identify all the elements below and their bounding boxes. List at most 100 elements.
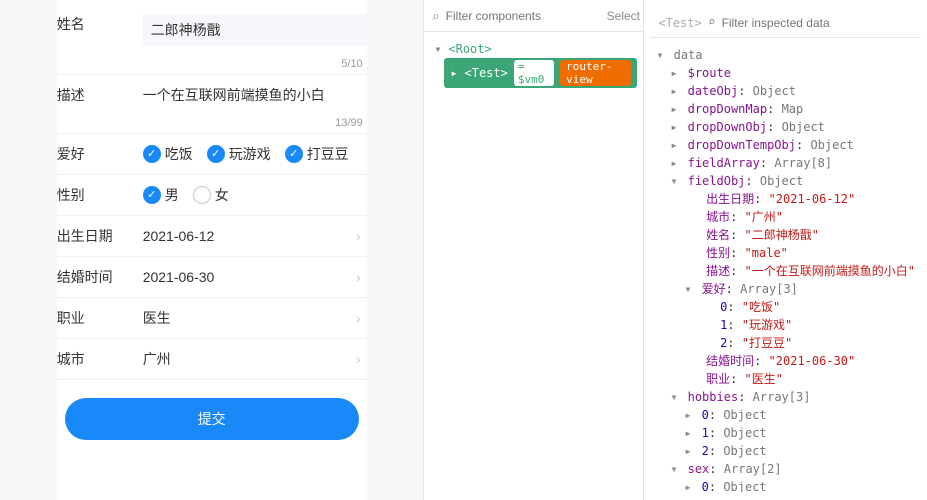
- radio-gender-female[interactable]: 女: [193, 185, 229, 205]
- check-icon: [285, 145, 303, 163]
- caret-right-icon: [450, 66, 458, 80]
- state-node[interactable]: 结婚时间: "2021-06-30": [656, 352, 915, 370]
- search-icon: ⌕: [708, 13, 716, 33]
- chevron-right-icon: ›: [356, 310, 367, 326]
- state-panel: <Test> ⌕ data $route dateObj: Object dro…: [644, 0, 927, 500]
- component-tree: <Root> <Test> = $vm0 router-view: [424, 32, 643, 96]
- field-label: 职业: [57, 308, 143, 328]
- check-icon: [143, 145, 161, 163]
- caret-right-icon: [684, 406, 694, 424]
- vue-devtools: ⌕ Select <Root> <Test> = $vm0 router-vie…: [423, 0, 927, 500]
- caret-down-icon: [684, 280, 694, 298]
- checkbox-hobby-1[interactable]: 玩游戏: [207, 144, 271, 164]
- state-node[interactable]: 城市: "广州": [656, 208, 915, 226]
- state-node-hobby-array[interactable]: 爱好: Array[3]: [656, 280, 915, 298]
- chevron-right-icon: ›: [356, 269, 367, 285]
- caret-down-icon: [670, 460, 680, 478]
- field-job[interactable]: 职业 医生 ›: [57, 298, 367, 339]
- state-node[interactable]: 2: Object: [656, 442, 915, 460]
- mobile-form-preview: 姓名 二郎神杨戬 5/10 描述 一个在互联网前端摸鱼的小白 13/99 爱好 …: [0, 0, 423, 500]
- checkbox-hobby-2[interactable]: 打豆豆: [285, 144, 349, 164]
- caret-right-icon: [684, 478, 694, 492]
- field-label: 描述: [57, 85, 143, 105]
- router-view-badge: router-view: [560, 60, 631, 86]
- caret-right-icon: [670, 154, 680, 172]
- field-gender: 性别 男 女: [57, 175, 367, 216]
- caret-right-icon: [670, 136, 680, 154]
- field-label: 城市: [57, 349, 143, 369]
- caret-right-icon: [670, 100, 680, 118]
- field-label: 爱好: [57, 144, 143, 164]
- state-node[interactable]: dropDownObj: Object: [656, 118, 915, 136]
- filter-components-input[interactable]: [446, 9, 601, 23]
- radio-empty-icon: [193, 186, 211, 204]
- check-icon: [143, 186, 161, 204]
- field-value: 广州: [143, 349, 356, 369]
- field-marry[interactable]: 结婚时间 2021-06-30 ›: [57, 257, 367, 298]
- state-node[interactable]: fieldArray: Array[8]: [656, 154, 915, 172]
- caret-right-icon: [684, 442, 694, 460]
- field-city[interactable]: 城市 广州 ›: [57, 339, 367, 380]
- state-node[interactable]: 性别: "male": [656, 244, 915, 262]
- state-node-sex[interactable]: sex: Array[2]: [656, 460, 915, 478]
- field-label: 出生日期: [57, 226, 143, 246]
- desc-input[interactable]: 一个在互联网前端摸鱼的小白: [143, 85, 367, 105]
- checkbox-hobby-0[interactable]: 吃饭: [143, 144, 193, 164]
- state-node[interactable]: 0: Object: [656, 406, 915, 424]
- char-counter: 13/99: [335, 117, 363, 129]
- state-node[interactable]: 描述: "一个在互联网前端摸鱼的小白": [656, 262, 915, 280]
- state-node[interactable]: 0: Object: [656, 478, 915, 492]
- state-node[interactable]: 出生日期: "2021-06-12": [656, 190, 915, 208]
- state-node[interactable]: $route: [656, 64, 915, 82]
- radio-gender-male[interactable]: 男: [143, 185, 179, 205]
- field-value: 医生: [143, 308, 356, 328]
- chevron-right-icon: ›: [356, 351, 367, 367]
- caret-down-icon: [670, 388, 680, 406]
- select-component-button[interactable]: Select: [607, 9, 640, 23]
- components-toolbar: ⌕ Select: [424, 0, 643, 32]
- tree-node-selected[interactable]: <Test> = $vm0 router-view: [444, 58, 637, 88]
- field-value: 2021-06-12: [143, 228, 356, 244]
- breadcrumb: <Test>: [658, 14, 701, 32]
- caret-right-icon: [670, 82, 680, 100]
- search-icon: ⌕: [432, 8, 439, 24]
- filter-state-input[interactable]: [722, 16, 913, 30]
- field-birth[interactable]: 出生日期 2021-06-12 ›: [57, 216, 367, 257]
- state-section-data[interactable]: data: [656, 46, 915, 64]
- form: 姓名 二郎神杨戬 5/10 描述 一个在互联网前端摸鱼的小白 13/99 爱好 …: [57, 0, 367, 500]
- field-hobby: 爱好 吃饭 玩游戏 打豆豆: [57, 134, 367, 175]
- state-node[interactable]: 职业: "医生": [656, 370, 915, 388]
- field-label: 性别: [57, 185, 143, 205]
- components-panel: ⌕ Select <Root> <Test> = $vm0 router-vie…: [424, 0, 644, 500]
- state-toolbar: <Test> ⌕: [650, 8, 921, 38]
- state-tree: data $route dateObj: Object dropDownMap:…: [650, 38, 921, 492]
- caret-right-icon: [670, 118, 680, 136]
- state-node-fieldObj[interactable]: fieldObj: Object: [656, 172, 915, 190]
- field-name[interactable]: 姓名 二郎神杨戬 5/10: [57, 4, 367, 75]
- char-counter: 5/10: [341, 58, 362, 70]
- tree-node-root[interactable]: <Root>: [430, 40, 637, 58]
- name-input[interactable]: 二郎神杨戬: [143, 14, 367, 46]
- submit-button[interactable]: 提交: [65, 398, 359, 440]
- state-node-hobbies[interactable]: hobbies: Array[3]: [656, 388, 915, 406]
- state-node[interactable]: 1: "玩游戏": [656, 316, 915, 334]
- state-node[interactable]: dropDownTempObj: Object: [656, 136, 915, 154]
- caret-down-icon: [434, 42, 444, 56]
- state-node[interactable]: 1: Object: [656, 424, 915, 442]
- state-node[interactable]: 2: "打豆豆": [656, 334, 915, 352]
- chevron-right-icon: ›: [356, 228, 367, 244]
- state-node[interactable]: 0: "吃饭": [656, 298, 915, 316]
- state-node[interactable]: dropDownMap: Map: [656, 100, 915, 118]
- field-label: 结婚时间: [57, 267, 143, 287]
- caret-right-icon: [684, 424, 694, 442]
- check-icon: [207, 145, 225, 163]
- vm-badge: = $vm0: [514, 60, 554, 86]
- state-node[interactable]: 姓名: "二郎神杨戬": [656, 226, 915, 244]
- state-node[interactable]: dateObj: Object: [656, 82, 915, 100]
- caret-down-icon: [656, 46, 666, 64]
- field-label: 姓名: [57, 14, 143, 34]
- caret-down-icon: [670, 172, 680, 190]
- field-desc[interactable]: 描述 一个在互联网前端摸鱼的小白 13/99: [57, 75, 367, 134]
- field-value: 2021-06-30: [143, 269, 356, 285]
- caret-right-icon: [670, 64, 680, 82]
